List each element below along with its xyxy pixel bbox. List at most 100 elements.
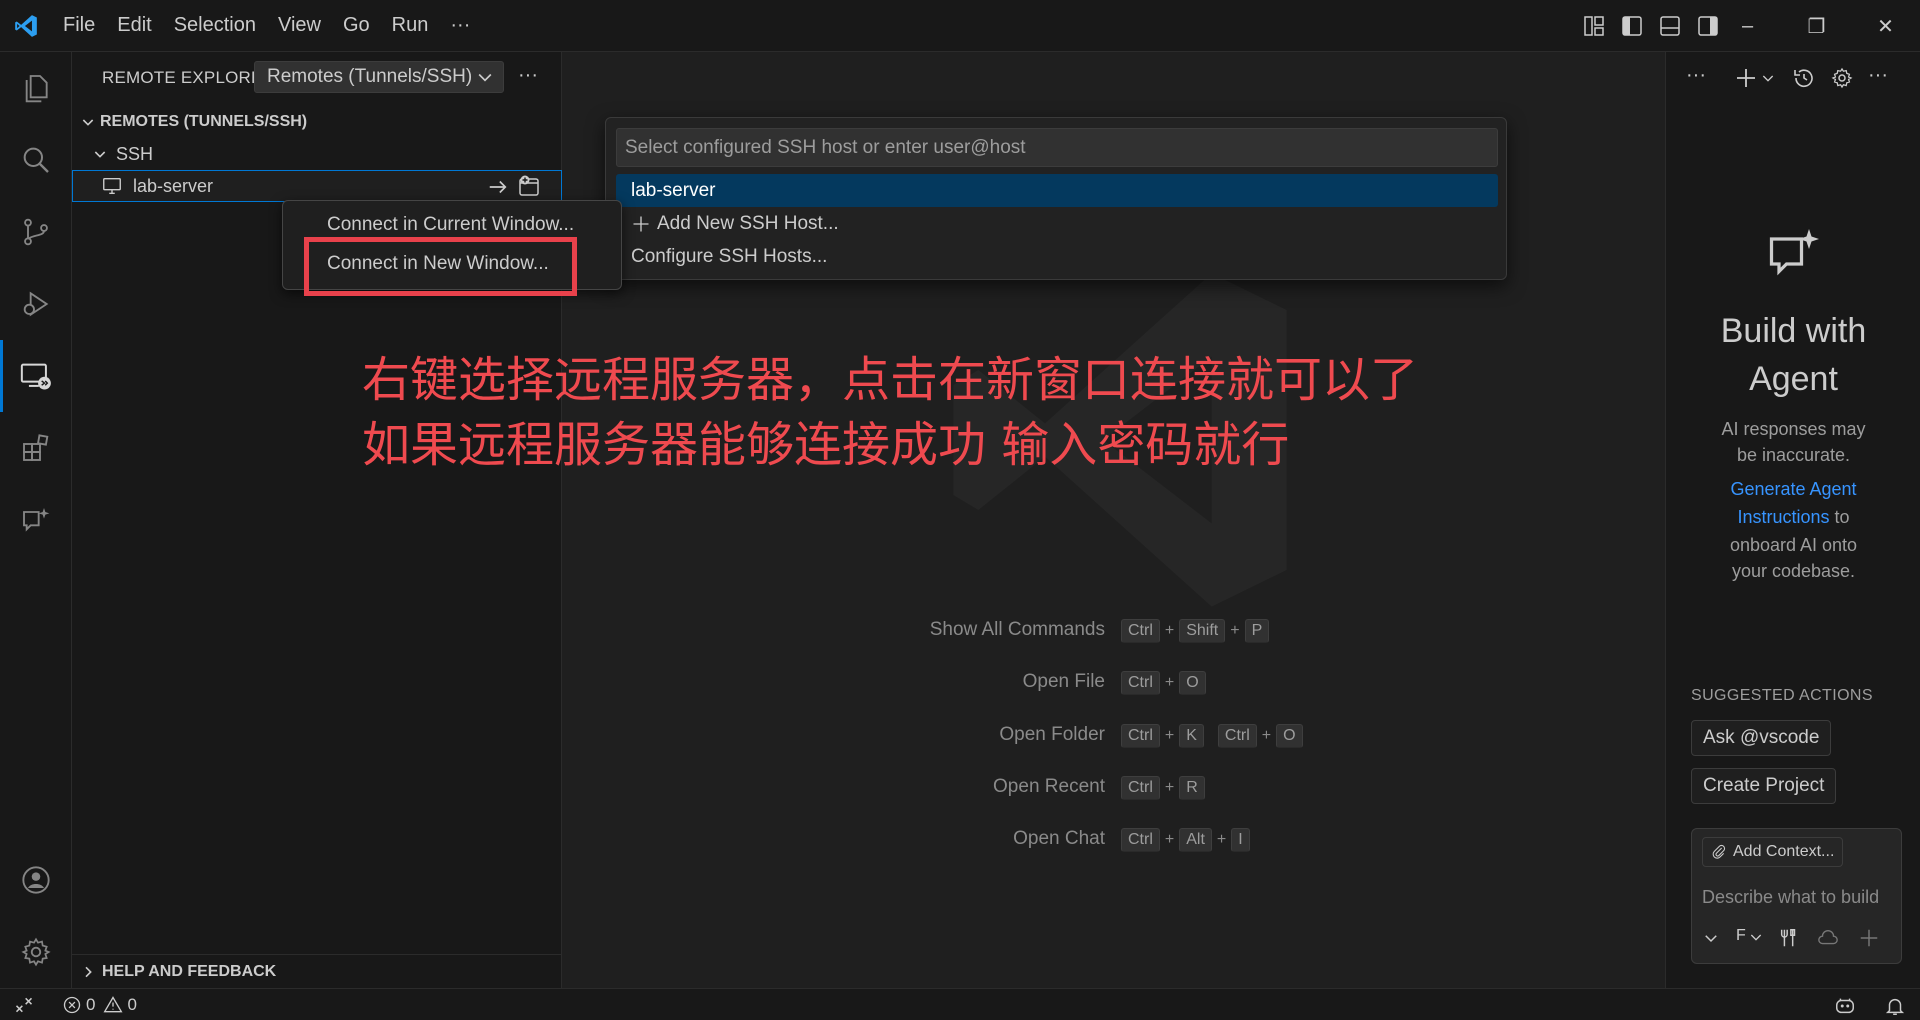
menu-more[interactable]: ···: [439, 0, 481, 51]
chat-input-field[interactable]: Describe what to build: [1702, 887, 1879, 908]
quick-pick-item-label: Add New SSH Host...: [657, 212, 839, 234]
chat-disclaimer-line-2: be inaccurate.: [1736, 445, 1851, 465]
shortcut-label: Open Chat: [1013, 828, 1105, 849]
key-cap: Ctrl: [1121, 828, 1160, 852]
chevron-down-icon: [478, 73, 492, 82]
add-context-button[interactable]: Add Context...: [1702, 837, 1844, 867]
settings-gear-icon[interactable]: [0, 916, 72, 988]
chat-icon[interactable]: [0, 484, 72, 556]
key-cap: K: [1179, 724, 1204, 748]
sidebar-title: REMOTE EXPLORER: [102, 68, 276, 87]
history-icon[interactable]: [1792, 66, 1816, 90]
ask-vscode-button[interactable]: Ask @vscode: [1691, 720, 1832, 756]
chevron-right-icon: [85, 966, 92, 977]
window-controls: – ❐ ✕: [1713, 0, 1920, 52]
settings-gear-icon[interactable]: [1830, 66, 1854, 90]
tree-item-lab-server[interactable]: lab-server: [72, 170, 562, 202]
tools-icon[interactable]: [1778, 927, 1800, 949]
error-count[interactable]: 0: [86, 995, 95, 1015]
menu-edit[interactable]: Edit: [106, 0, 162, 51]
new-chat-icon[interactable]: [1734, 66, 1758, 90]
cloud-delegate-icon[interactable]: [1816, 927, 1840, 949]
source-control-icon[interactable]: [0, 196, 72, 268]
shortcut-show-all-commands[interactable]: Show All Commands Ctrl + Shift + P: [563, 615, 1665, 647]
run-debug-icon[interactable]: [0, 268, 72, 340]
quick-pick-item-label: lab-server: [631, 179, 716, 201]
create-project-button[interactable]: Create Project: [1691, 768, 1837, 804]
agent-chat-icon: [1769, 229, 1819, 276]
menu-run[interactable]: Run: [381, 0, 440, 51]
ssh-host-input[interactable]: Select configured SSH host or enter user…: [616, 128, 1498, 167]
sidebar-more-actions[interactable]: ···: [518, 64, 538, 87]
chat-panel: ··· ··· Build with Agent AI responses ma…: [1665, 52, 1920, 988]
help-feedback-section[interactable]: HELP AND FEEDBACK: [72, 954, 562, 988]
customize-layout-icon[interactable]: [1582, 14, 1606, 38]
key-cap: Ctrl: [1121, 776, 1160, 800]
menu-file[interactable]: File: [52, 0, 106, 51]
menu-connect-current-window[interactable]: Connect in Current Window...: [327, 214, 574, 236]
key-cap: Shift: [1179, 619, 1226, 643]
search-icon[interactable]: [0, 124, 72, 196]
files-icon[interactable]: [0, 52, 72, 124]
toggle-panel-icon[interactable]: [1658, 14, 1682, 38]
chat-more-actions[interactable]: ···: [1686, 64, 1706, 87]
key-cap: P: [1244, 619, 1270, 643]
chat-onboard-line-2: your codebase.: [1731, 561, 1856, 581]
shortcut-keys: Ctrl + O: [1121, 667, 1206, 699]
chat-onboard-line-1: onboard AI onto: [1729, 535, 1858, 555]
quick-pick-item-lab-server[interactable]: lab-server: [616, 174, 1498, 207]
toggle-primary-sidebar-icon[interactable]: [1620, 14, 1644, 38]
quick-pick-item-add-host[interactable]: Add New SSH Host...: [616, 207, 1498, 240]
suggested-actions-title: SUGGESTED ACTIONS: [1691, 687, 1873, 704]
chevron-down-icon[interactable]: [1748, 929, 1764, 945]
shortcut-open-recent[interactable]: Open Recent Ctrl + R: [563, 772, 1665, 804]
remote-indicator-icon[interactable]: [14, 995, 34, 1015]
restore-button[interactable]: ❐: [1782, 0, 1851, 52]
shortcut-keys: Ctrl + Alt + I: [1121, 824, 1250, 856]
extensions-icon[interactable]: [0, 412, 72, 484]
chat-disclaimer-line-1: AI responses may: [1721, 419, 1866, 439]
chevron-down-icon[interactable]: [1702, 929, 1720, 947]
account-icon[interactable]: [0, 844, 72, 916]
status-bar: 0 0: [0, 988, 1920, 1020]
monitor-icon: [103, 177, 121, 195]
chat-toolbar: ··· ···: [1666, 62, 1920, 94]
warning-count[interactable]: 0: [127, 995, 136, 1015]
plus-icon: [633, 216, 649, 231]
chat-input-box: Add Context... Describe what to build F: [1691, 828, 1902, 964]
send-plus-icon[interactable]: [1858, 927, 1880, 949]
menu-view[interactable]: View: [267, 0, 332, 51]
quick-pick-item-configure[interactable]: Configure SSH Hosts...: [616, 240, 1498, 273]
vscode-logo-icon: [0, 0, 52, 52]
warning-icon[interactable]: [103, 995, 123, 1015]
key-cap: Ctrl: [1121, 724, 1160, 748]
menu-go[interactable]: Go: [332, 0, 381, 51]
shortcut-open-file[interactable]: Open File Ctrl + O: [563, 667, 1665, 699]
generate-instructions-link-line-2[interactable]: Instructions to: [1686, 504, 1901, 530]
minimize-button[interactable]: –: [1713, 0, 1782, 52]
remotes-type-dropdown[interactable]: Remotes (Tunnels/SSH): [254, 61, 504, 93]
section-remotes-header[interactable]: REMOTES (TUNNELS/SSH): [72, 106, 562, 138]
open-new-window-icon[interactable]: [517, 174, 541, 198]
error-icon[interactable]: [62, 995, 82, 1015]
key-cap: R: [1179, 776, 1205, 800]
remote-explorer-icon[interactable]: [0, 340, 72, 412]
generate-instructions-link-line-1[interactable]: Generate Agent: [1686, 476, 1901, 502]
chevron-down-icon[interactable]: [1760, 70, 1776, 86]
mode-picker[interactable]: F: [1736, 927, 1746, 945]
key-cap: Ctrl: [1121, 619, 1160, 643]
chat-overflow-more[interactable]: ···: [1868, 64, 1888, 87]
copilot-icon[interactable]: [1834, 995, 1856, 1017]
close-button[interactable]: ✕: [1851, 0, 1920, 52]
shortcut-keys: Ctrl + Shift + P: [1121, 615, 1270, 647]
notifications-bell-icon[interactable]: [1884, 995, 1906, 1017]
activity-bar: [0, 52, 72, 988]
chat-title-line-2: Agent: [1749, 360, 1838, 398]
connect-arrow-icon[interactable]: [487, 176, 509, 198]
tree-group-ssh[interactable]: SSH: [72, 138, 562, 170]
add-context-label: Add Context...: [1733, 843, 1835, 860]
shortcut-open-folder[interactable]: Open Folder Ctrl + K Ctrl + O: [563, 720, 1665, 752]
menu-selection[interactable]: Selection: [163, 0, 267, 51]
shortcut-open-chat[interactable]: Open Chat Ctrl + Alt + I: [563, 824, 1665, 856]
remote-explorer-sidebar: REMOTE EXPLORER Remotes (Tunnels/SSH) ··…: [72, 52, 562, 988]
